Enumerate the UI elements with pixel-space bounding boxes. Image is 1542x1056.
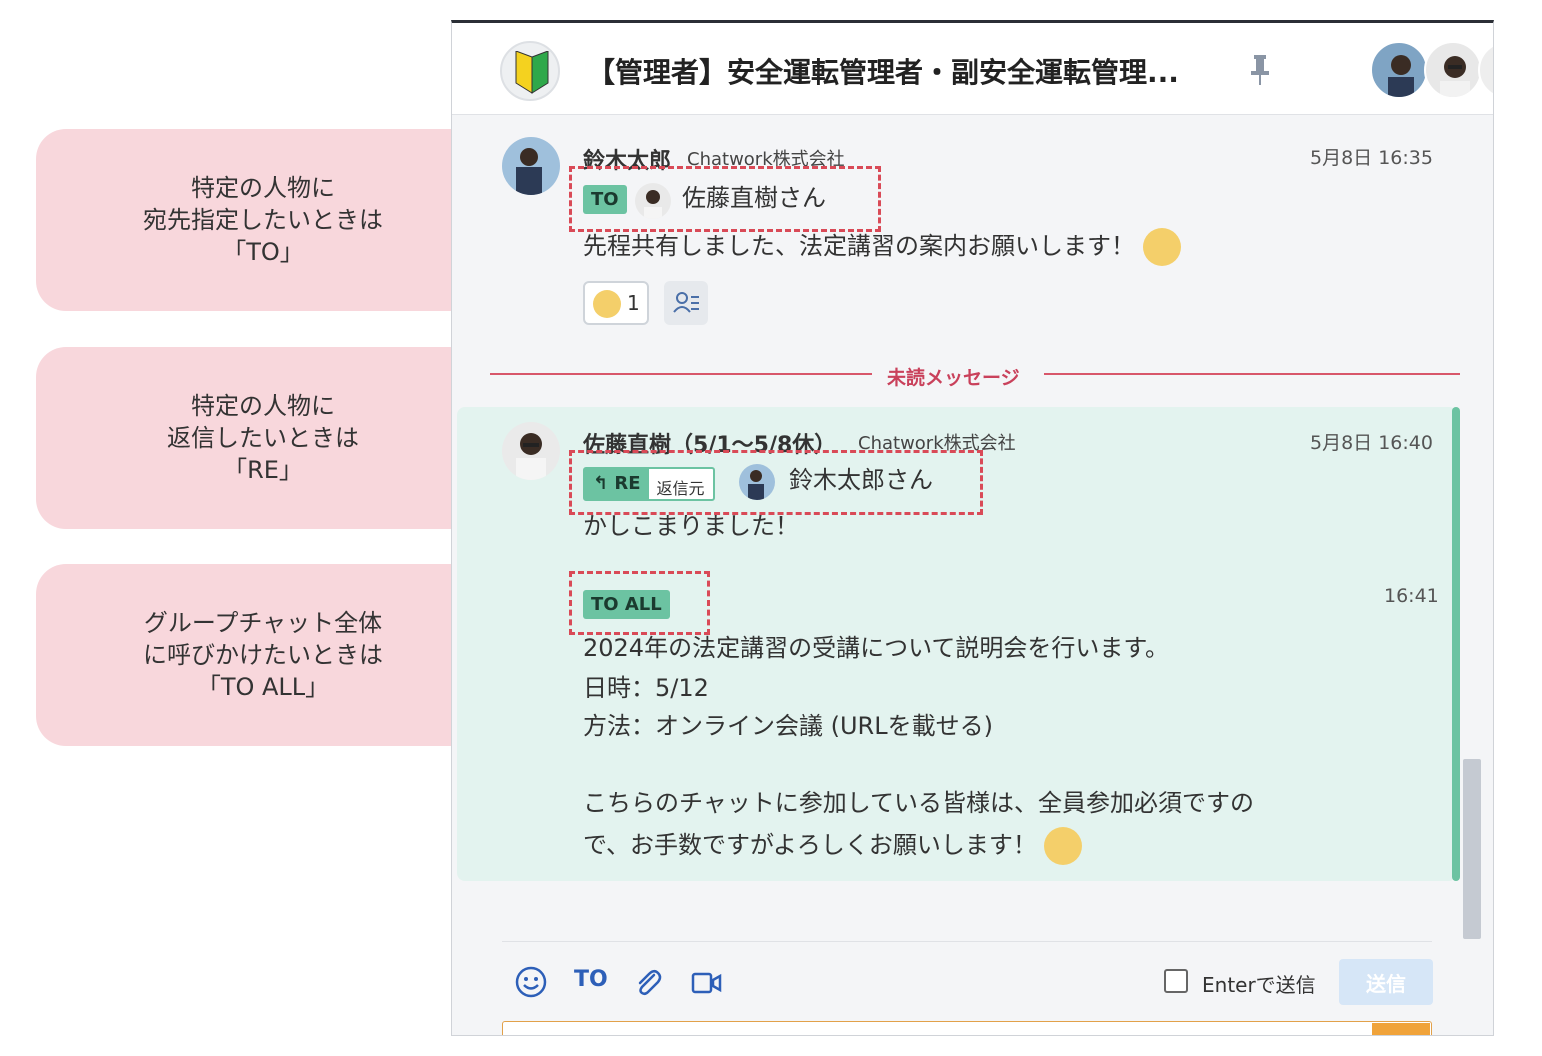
callout-line: グループチャット全体: [143, 609, 383, 637]
message-time: 5月8日 16:35: [1310, 147, 1433, 169]
video-call-icon[interactable]: [690, 969, 724, 997]
user-list-icon: [673, 292, 699, 313]
enter-to-send-label: Enterで送信: [1202, 973, 1316, 997]
callout-line: 宛先指定したいときは: [143, 206, 383, 234]
callout-line: 「RE」: [223, 456, 303, 484]
callout-re: 特定の人物に 返信したいときは 「RE」: [36, 347, 526, 529]
message-input[interactable]: [502, 1021, 1432, 1035]
callout-line: 特定の人物に: [191, 174, 335, 202]
emoji-icon[interactable]: [514, 965, 548, 999]
message-body: かしこまりました！: [583, 512, 799, 540]
message-line: 2024年の法定講習の受講について説明会を行います。: [583, 634, 1169, 662]
message-line-text: で、お手数ですがよろしくお願いします！: [583, 831, 1037, 859]
message-line: 日時：5/12: [583, 674, 709, 702]
member-avatar[interactable]: [1370, 41, 1428, 99]
member-avatar[interactable]: [1478, 41, 1493, 99]
message-time: 16:41: [1384, 585, 1439, 607]
mention-bar: [1452, 407, 1460, 881]
to-button[interactable]: TO: [574, 967, 608, 992]
callout-to: 特定の人物に 宛先指定したいときは 「TO」: [36, 129, 526, 311]
unread-label: 未読メッセージ: [887, 367, 1020, 389]
crying-emoji-icon: [1142, 228, 1181, 266]
reaction-users-button[interactable]: [664, 281, 708, 325]
message-line: こちらのチャットに参加している皆様は、全員参加必須ですの: [583, 789, 1255, 817]
callout-line: 「TO ALL」: [196, 673, 330, 701]
pin-icon[interactable]: [1247, 53, 1273, 85]
callout-line: 返信したいときは: [167, 424, 359, 452]
callout-line: 特定の人物に: [191, 392, 335, 420]
callout-line: に呼びかけたいときは: [143, 641, 383, 669]
highlight-re: [569, 450, 983, 515]
avatar[interactable]: [502, 422, 560, 480]
beginner-mark-icon: [500, 41, 560, 101]
attachment-icon[interactable]: [632, 967, 664, 999]
message-line: 方法：オンライン会議 (URLを載せる): [583, 712, 993, 740]
crying-emoji-icon: [1044, 827, 1083, 865]
unread-divider-right: [1044, 373, 1460, 375]
member-avatar[interactable]: [1424, 41, 1482, 99]
highlight-to: [569, 166, 881, 232]
message-body: 先程共有しました、法定講習の案内お願いします！: [583, 227, 1181, 266]
callout-line: 「TO」: [222, 238, 304, 266]
scrollbar[interactable]: [1463, 759, 1481, 939]
input-corner-marker: [1372, 1023, 1430, 1035]
room-title: 【管理者】安全運転管理者・副安全運転管理...: [587, 56, 1179, 89]
chat-window: 【管理者】安全運転管理者・副安全運転管理... 鈴木太郎 Chatwork株式会…: [451, 20, 1494, 1036]
room-header: 【管理者】安全運転管理者・副安全運転管理...: [452, 23, 1493, 115]
avatar[interactable]: [502, 137, 560, 195]
highlight-to-all: [569, 571, 710, 635]
reaction-button[interactable]: 1: [583, 281, 649, 325]
unread-divider-left: [490, 373, 872, 375]
message-body-text: 先程共有しました、法定講習の案内お願いします！: [583, 232, 1135, 260]
message-line: で、お手数ですがよろしくお願いします！: [583, 826, 1083, 865]
callout-to-all: グループチャット全体 に呼びかけたいときは 「TO ALL」: [36, 564, 526, 746]
message-time: 5月8日 16:40: [1310, 432, 1433, 454]
enter-to-send-checkbox[interactable]: [1164, 969, 1188, 993]
composer-divider: [502, 941, 1432, 942]
reaction-count: 1: [627, 291, 640, 315]
send-button[interactable]: 送信: [1339, 959, 1433, 1005]
smile-emoji-icon: [593, 290, 621, 318]
